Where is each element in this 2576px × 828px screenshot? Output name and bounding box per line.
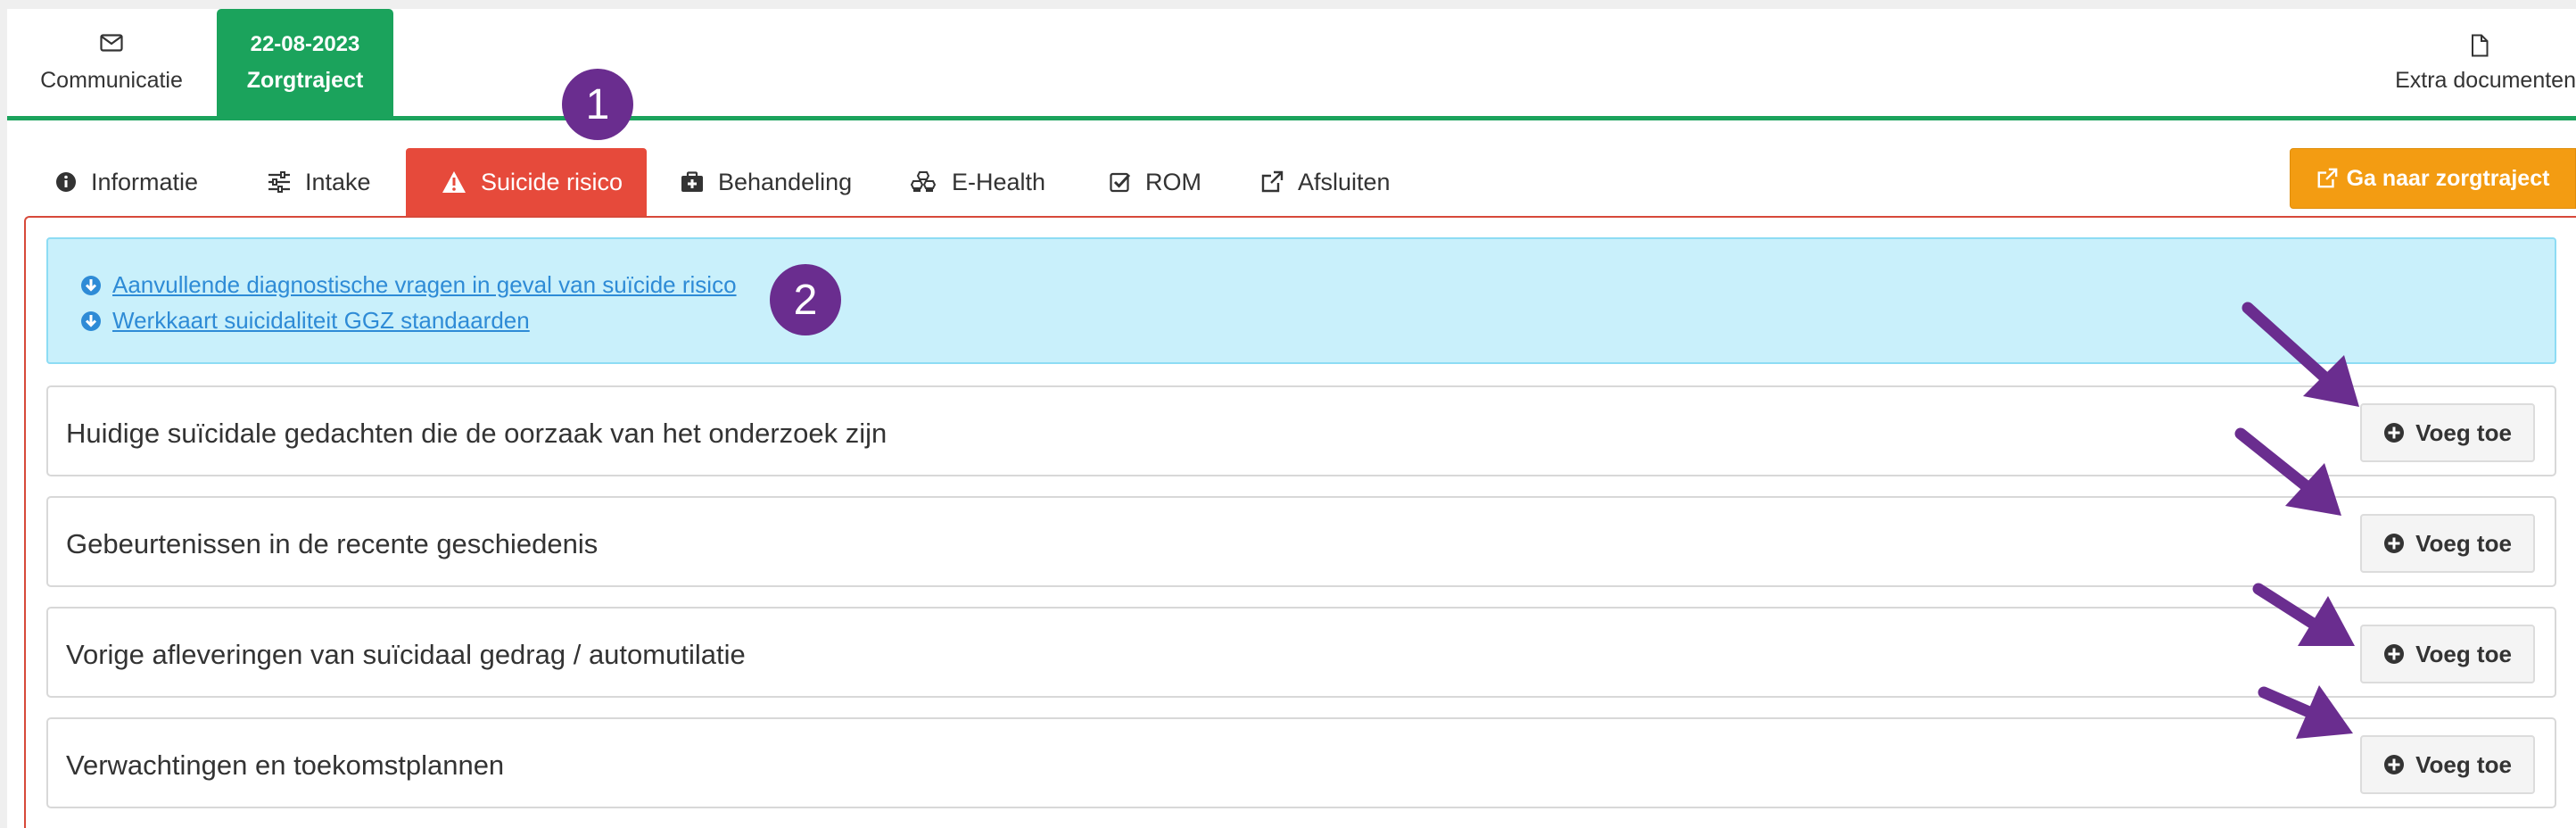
external-link-icon — [1261, 170, 1284, 193]
annotation-badge-1: 1 — [562, 69, 633, 140]
plus-circle-icon — [2384, 534, 2405, 553]
link-werkkaart[interactable]: Werkkaart suicidaliteit GGZ standaarden — [80, 307, 530, 335]
subtab-suicide-risico[interactable]: Suicide risico — [406, 148, 647, 216]
subtab-behandeling-label: Behandeling — [718, 168, 853, 195]
add-button-label: Voeg toe — [2415, 750, 2512, 778]
add-button-label: Voeg toe — [2415, 418, 2512, 446]
annotation-badge-2: 2 — [770, 264, 841, 335]
section-title: Verwachtingen en toekomstplannen — [66, 749, 505, 781]
subtab-informatie-label: Informatie — [91, 168, 199, 195]
section-title: Vorige afleveringen van suïcidaal gedrag… — [66, 639, 746, 670]
add-button[interactable]: Voeg toe — [2360, 625, 2535, 683]
subtab-afsluiten-label: Afsluiten — [1298, 168, 1391, 195]
link-aanvullende-vragen-label: Aanvullende diagnostische vragen in geva… — [112, 271, 737, 298]
plus-circle-icon — [2384, 755, 2405, 774]
add-button-label: Voeg toe — [2415, 640, 2512, 667]
info-circle-icon — [56, 172, 76, 192]
add-button-label: Voeg toe — [2415, 529, 2512, 557]
section-title: Huidige suïcidale gedachten die de oorza… — [66, 418, 888, 449]
goto-zorgtraject-label: Ga naar zorgtraject — [2346, 165, 2550, 191]
tab-zorgtraject-label: Zorgtraject — [246, 68, 364, 93]
subtab-informatie[interactable]: Informatie — [55, 148, 198, 216]
section-title: Gebeurtenissen in de recente geschiedeni… — [66, 528, 599, 559]
tab-communicatie-label: Communicatie — [40, 68, 183, 93]
warning-icon — [442, 171, 466, 193]
subtab-e-health[interactable]: E-Health — [911, 148, 1045, 216]
check-square-icon — [1110, 172, 1131, 193]
arrow-circle-down-icon — [81, 310, 101, 331]
subtab-intake-label: Intake — [305, 168, 371, 195]
plus-circle-icon — [2384, 423, 2405, 443]
subtab-behandeling[interactable]: Behandeling — [681, 148, 852, 216]
external-link-icon — [2317, 168, 2337, 188]
medkit-icon — [681, 171, 703, 192]
add-button[interactable]: Voeg toe — [2360, 514, 2535, 573]
section-huidige-gedachten: Huidige suïcidale gedachten die de oorza… — [46, 385, 2556, 476]
tab-underline — [7, 116, 2576, 120]
envelope-icon — [18, 34, 205, 52]
subtab-intake[interactable]: Intake — [268, 148, 371, 216]
left-border — [0, 9, 7, 828]
top-strip — [0, 0, 2576, 9]
section-vorige-afleveringen: Vorige afleveringen van suïcidaal gedrag… — [46, 607, 2556, 698]
add-button[interactable]: Voeg toe — [2360, 735, 2535, 794]
cubes-icon — [911, 171, 937, 192]
subtab-suicide-risico-label: Suicide risico — [481, 168, 623, 195]
subtab-rom[interactable]: ROM — [1110, 148, 1201, 216]
subtab-afsluiten[interactable]: Afsluiten — [1260, 148, 1391, 216]
file-icon — [2337, 34, 2576, 57]
goto-zorgtraject-button[interactable]: Ga naar zorgtraject — [2290, 148, 2576, 209]
arrow-circle-down-icon — [81, 275, 101, 295]
add-button[interactable]: Voeg toe — [2360, 403, 2535, 462]
plus-circle-icon — [2384, 644, 2405, 664]
zorgtraject-date: 22-08-2023 — [250, 32, 360, 56]
tab-extra-documenten-label: Extra documenten — [2395, 68, 2576, 93]
tab-zorgtraject[interactable]: 22-08-2023 Zorgtraject — [217, 9, 393, 117]
link-werkkaart-label: Werkkaart suicidaliteit GGZ standaarden — [112, 307, 530, 334]
subtab-e-health-label: E-Health — [952, 168, 1046, 195]
sliders-icon — [268, 171, 290, 193]
section-gebeurtenissen: Gebeurtenissen in de recente geschiedeni… — [46, 496, 2556, 587]
section-verwachtingen: Verwachtingen en toekomstplannen Voeg to… — [46, 717, 2556, 808]
tab-extra-documenten[interactable]: Extra documenten — [2337, 9, 2576, 117]
tab-communicatie[interactable]: Communicatie — [18, 9, 205, 117]
info-box: Aanvullende diagnostische vragen in geva… — [46, 237, 2556, 364]
subtab-rom-label: ROM — [1145, 168, 1201, 195]
link-aanvullende-vragen[interactable]: Aanvullende diagnostische vragen in geva… — [80, 271, 737, 299]
